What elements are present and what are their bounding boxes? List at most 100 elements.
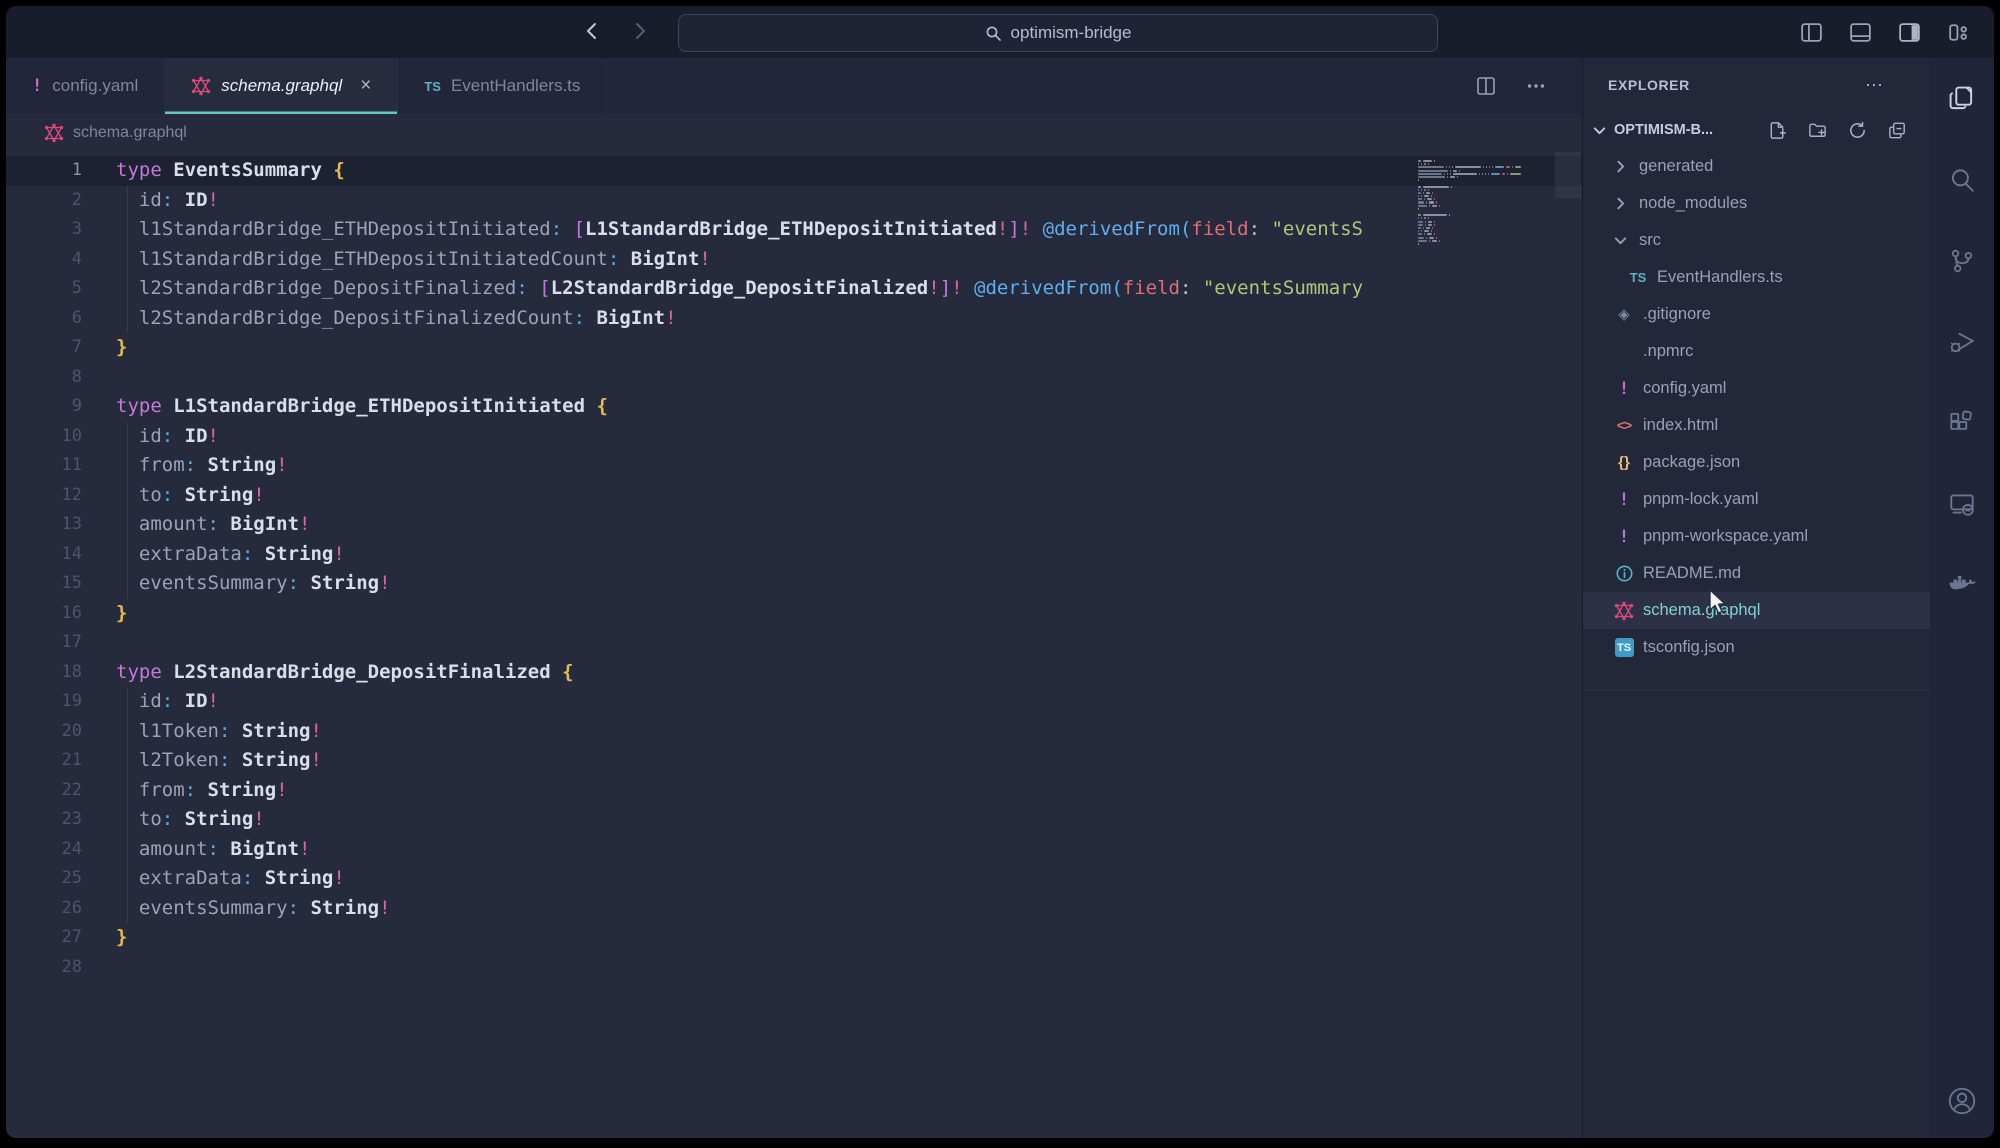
tree-folder-src[interactable]: src — [1583, 222, 1930, 259]
command-center-search[interactable]: optimism-bridge — [678, 14, 1438, 52]
line-number: 28 — [6, 953, 82, 983]
code-line-11[interactable]: 11 from: String! — [6, 451, 1582, 481]
indent-guide — [127, 717, 128, 747]
code-line-14[interactable]: 14 extraData: String! — [6, 540, 1582, 570]
code-line-7[interactable]: 7} — [6, 333, 1582, 363]
code-line-23[interactable]: 23 to: String! — [6, 805, 1582, 835]
toggle-panel-icon[interactable] — [1846, 18, 1874, 46]
code-line-24[interactable]: 24 amount: BigInt! — [6, 835, 1582, 865]
tree-item-label: index.html — [1643, 416, 1718, 435]
tree-file-package.json[interactable]: {}package.json — [1583, 444, 1930, 481]
explorer-icon[interactable] — [1945, 82, 1979, 116]
tree-file-tsconfig.json[interactable]: TStsconfig.json — [1583, 629, 1930, 666]
yaml-icon: ! — [1619, 490, 1629, 510]
toggle-secondary-sidebar-icon[interactable] — [1895, 18, 1923, 46]
code-line-27[interactable]: 27} — [6, 923, 1582, 953]
code-line-12[interactable]: 12 to: String! — [6, 481, 1582, 511]
vscode-window: optimism-bridge !config.yamlschema.graph… — [6, 6, 1994, 1138]
minimap[interactable] — [1418, 160, 1550, 249]
tree-folder-generated[interactable]: generated — [1583, 148, 1930, 185]
code-line-3[interactable]: 3 l1StandardBridge_ETHDepositInitiated: … — [6, 215, 1582, 245]
tree-item-label: generated — [1639, 157, 1713, 176]
code-line-8[interactable]: 8 — [6, 363, 1582, 393]
tree-file-EventHandlers.ts[interactable]: TSEventHandlers.ts — [1583, 259, 1930, 296]
yaml-icon: ! — [32, 76, 42, 96]
new-folder-icon[interactable] — [1807, 120, 1828, 141]
indent-guide — [127, 215, 128, 245]
code-line-20[interactable]: 20 l1Token: String! — [6, 717, 1582, 747]
line-number: 13 — [6, 510, 82, 540]
tree-file-pnpm-lock.yaml[interactable]: !pnpm-lock.yaml — [1583, 481, 1930, 518]
code-line-17[interactable]: 17 — [6, 628, 1582, 658]
code-line-21[interactable]: 21 l2Token: String! — [6, 746, 1582, 776]
editor-scrollbar[interactable] — [1555, 152, 1581, 198]
yaml-icon: ! — [1619, 527, 1629, 547]
toggle-primary-sidebar-icon[interactable] — [1797, 18, 1825, 46]
line-number: 4 — [6, 245, 82, 275]
code-line-9[interactable]: 9type L1StandardBridge_ETHDepositInitiat… — [6, 392, 1582, 422]
tree-folder-node_modules[interactable]: node_modules — [1583, 185, 1930, 222]
docker-icon[interactable] — [1945, 568, 1979, 602]
tree-file-pnpm-workspace.yaml[interactable]: !pnpm-workspace.yaml — [1583, 518, 1930, 555]
tab-config.yaml[interactable]: !config.yaml — [6, 58, 165, 114]
graphql-icon — [191, 76, 211, 96]
code-line-28[interactable]: 28 — [6, 953, 1582, 983]
tree-item-label: config.yaml — [1643, 379, 1726, 398]
more-actions-button[interactable] — [1524, 74, 1548, 98]
breadcrumb-label: schema.graphql — [73, 124, 187, 142]
indent-guide — [127, 274, 128, 304]
line-number: 16 — [6, 599, 82, 629]
line-number: 18 — [6, 658, 82, 688]
code-line-16[interactable]: 16} — [6, 599, 1582, 629]
extensions-icon[interactable] — [1945, 406, 1979, 440]
tree-file-config.yaml[interactable]: !config.yaml — [1583, 370, 1930, 407]
editor-group: !config.yamlschema.graphql×TSEventHandle… — [6, 58, 1582, 1138]
forward-button[interactable] — [624, 16, 654, 46]
breadcrumb[interactable]: schema.graphql — [6, 114, 1582, 152]
code-line-2[interactable]: 2 id: ID! — [6, 186, 1582, 216]
graphql-file-icon — [44, 123, 64, 143]
run-debug-icon[interactable] — [1945, 325, 1979, 359]
code-line-19[interactable]: 19 id: ID! — [6, 687, 1582, 717]
tab-schema.graphql[interactable]: schema.graphql× — [165, 58, 398, 114]
back-button[interactable] — [578, 16, 608, 46]
indent-guide — [127, 186, 128, 216]
tab-EventHandlers.ts[interactable]: TSEventHandlers.ts — [398, 58, 607, 114]
tree-file-schema.graphql[interactable]: schema.graphql — [1583, 592, 1930, 629]
source-control-icon[interactable] — [1945, 244, 1979, 278]
code-line-26[interactable]: 26 eventsSummary: String! — [6, 894, 1582, 924]
tree-file-README.md[interactable]: README.md — [1583, 555, 1930, 592]
close-tab-icon[interactable]: × — [360, 75, 371, 97]
tree-file-.gitignore[interactable]: ◈.gitignore — [1583, 296, 1930, 333]
remote-explorer-icon[interactable] — [1945, 487, 1979, 521]
tree-file-.npmrc[interactable]: .npmrc — [1583, 333, 1930, 370]
collapse-all-icon[interactable] — [1887, 120, 1908, 141]
code-line-15[interactable]: 15 eventsSummary: String! — [6, 569, 1582, 599]
code-line-4[interactable]: 4 l1StandardBridge_ETHDepositInitiatedCo… — [6, 245, 1582, 275]
search-icon[interactable] — [1945, 163, 1979, 197]
chevron-right-icon — [1612, 195, 1629, 212]
tree-file-index.html[interactable]: <>index.html — [1583, 407, 1930, 444]
sidebar-more-actions-button[interactable]: ⋯ — [1865, 75, 1885, 96]
tree-item-label: .gitignore — [1643, 305, 1711, 324]
code-line-5[interactable]: 5 l2StandardBridge_DepositFinalized: [L2… — [6, 274, 1582, 304]
refresh-icon[interactable] — [1847, 120, 1868, 141]
code-editor[interactable]: 1type EventsSummary {2 id: ID!3 l1Standa… — [6, 152, 1582, 1138]
workspace-section-header[interactable]: OPTIMISM-B... — [1583, 112, 1930, 148]
typescript-icon: TS — [1630, 268, 1647, 287]
code-line-6[interactable]: 6 l2StandardBridge_DepositFinalizedCount… — [6, 304, 1582, 334]
line-number: 24 — [6, 835, 82, 865]
line-number: 20 — [6, 717, 82, 747]
code-line-13[interactable]: 13 amount: BigInt! — [6, 510, 1582, 540]
split-editor-button[interactable] — [1474, 74, 1498, 98]
code-line-10[interactable]: 10 id: ID! — [6, 422, 1582, 452]
line-number: 7 — [6, 333, 82, 363]
code-line-25[interactable]: 25 extraData: String! — [6, 864, 1582, 894]
code-line-22[interactable]: 22 from: String! — [6, 776, 1582, 806]
customize-layout-icon[interactable] — [1944, 18, 1972, 46]
account-icon[interactable] — [1945, 1084, 1979, 1118]
tab-bar: !config.yamlschema.graphql×TSEventHandle… — [6, 58, 1582, 114]
code-line-1[interactable]: 1type EventsSummary { — [6, 156, 1582, 186]
code-line-18[interactable]: 18type L2StandardBridge_DepositFinalized… — [6, 658, 1582, 688]
new-file-icon[interactable] — [1767, 120, 1788, 141]
